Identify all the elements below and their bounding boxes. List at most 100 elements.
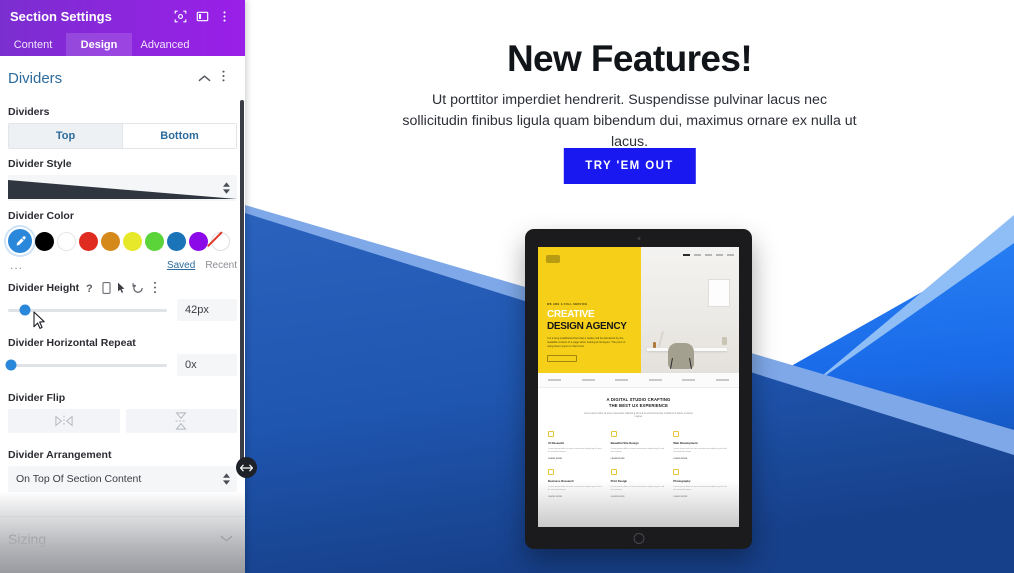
divider-height-slider-row: 42px [8, 299, 237, 321]
divider-arrangement-select[interactable]: On Top Of Section Content [8, 466, 237, 492]
feature-icon [610, 469, 617, 475]
tab-content[interactable]: Content [0, 33, 66, 56]
feature-title: Business Research [548, 479, 574, 483]
feature-link[interactable]: LEARN MORE [611, 458, 667, 460]
divider-height-slider-knob[interactable] [19, 304, 31, 316]
swatch-black[interactable] [35, 231, 54, 251]
mock-feature-card: Photography Lorem ipsum dolor sit amet c… [673, 469, 729, 498]
mock-feature-grid: UI Research Lorem ipsum dolor sit amet c… [548, 430, 729, 498]
swatch-yellow[interactable] [123, 231, 142, 251]
feature-link[interactable]: LEARN MORE [548, 458, 604, 460]
swatch-orange[interactable] [101, 231, 120, 251]
more-vertical-icon[interactable] [213, 6, 235, 28]
mock-feature-card: Business Research Lorem ipsum dolor sit … [548, 469, 604, 498]
field-dividers: Dividers Top Bottom [0, 106, 245, 149]
field-label-dividers: Dividers [8, 106, 50, 118]
sidebar-item-spacing[interactable]: Spacing [0, 561, 245, 573]
swatch-blue[interactable] [167, 231, 186, 251]
mock-site-hero: WE ARE A FULL SERVICE CREATIVE DESIGN AG… [538, 247, 739, 373]
hero-subtitle: Ut porttitor imperdiet hendrerit. Suspen… [402, 92, 857, 150]
tab-design[interactable]: Design [66, 33, 132, 56]
mock-hero-cta-button[interactable] [547, 355, 577, 362]
feature-body: Lorem ipsum dolor sit amet consectetur a… [673, 447, 727, 453]
mock-desk-lamp [658, 330, 665, 348]
svg-text:?: ? [86, 283, 93, 294]
color-swatch-row [8, 227, 237, 253]
panel-resize-handle[interactable] [236, 457, 257, 478]
more-colors-button[interactable]: ... [10, 258, 157, 272]
feature-icon [548, 430, 554, 437]
dividers-toggle-group: Top Bottom [8, 123, 237, 149]
chevron-down-icon[interactable] [220, 530, 233, 548]
select-arrows-icon [223, 473, 230, 485]
mock-features-section: A DIGITAL STUDIO CRAFTING THE BEST UX EX… [538, 388, 739, 508]
sidebar-item-sizing[interactable]: Sizing [0, 516, 245, 561]
panel-tabs: Content Design Advanced [0, 33, 245, 56]
divider-arrangement-value: On Top Of Section Content [16, 473, 142, 485]
swatch-transparent[interactable] [211, 231, 230, 251]
feature-link[interactable]: LEARN MORE [673, 458, 729, 460]
divider-height-slider[interactable] [8, 304, 167, 316]
field-divider-height: Divider Height ? 42px [0, 281, 245, 321]
cursor-icon[interactable] [117, 282, 126, 294]
divider-repeat-slider[interactable] [5, 359, 167, 371]
mock-headline-line1: CREATIVE [547, 309, 595, 320]
feature-body: Lorem ipsum dolor sit amet consectetur a… [548, 447, 602, 453]
saved-colors-link[interactable]: Saved [167, 260, 195, 271]
more-vertical-icon[interactable] [214, 69, 233, 88]
tab-advanced[interactable]: Advanced [132, 33, 198, 56]
color-swatch-footer: ... Saved Recent [0, 253, 245, 272]
panel-header: Section Settings [0, 0, 245, 33]
try-em-out-button[interactable]: TRY 'EM OUT [563, 148, 696, 184]
section-settings-panel: Section Settings Content Design Advanced… [0, 0, 245, 573]
feature-link[interactable]: LEARN MORE [548, 496, 604, 498]
chevron-up-icon[interactable] [195, 70, 214, 88]
layout-panel-icon[interactable] [191, 6, 213, 28]
divider-tab-bottom[interactable]: Bottom [122, 124, 236, 148]
flip-horizontal-icon[interactable] [8, 409, 120, 433]
mock-hero-photo [640, 247, 739, 373]
mock-headline-line2: DESIGN AGENCY [547, 321, 627, 332]
divider-style-select[interactable] [8, 175, 237, 201]
tablet-mockup: WE ARE A FULL SERVICE CREATIVE DESIGN AG… [525, 229, 752, 549]
hero-section: New Features! Ut porttitor imperdiet hen… [245, 0, 1014, 215]
mock-site-nav[interactable] [682, 254, 734, 256]
mock-kicker: WE ARE A FULL SERVICE [547, 303, 588, 306]
feature-title: Web Development [673, 440, 698, 445]
divider-repeat-value[interactable]: 0x [177, 354, 237, 376]
mock-features-sub: Lorem ipsum dolor sit amet consectetur a… [584, 413, 693, 419]
feature-link[interactable]: LEARN MORE [611, 496, 667, 498]
swatch-red[interactable] [79, 231, 98, 251]
target-icon[interactable] [169, 6, 191, 28]
divider-tab-top[interactable]: Top [9, 124, 122, 148]
divider-height-value[interactable]: 42px [177, 299, 237, 321]
swatch-purple[interactable] [189, 231, 208, 251]
field-label-divider-arrangement: Divider Arrangement [8, 449, 112, 461]
field-divider-style: Divider Style [0, 158, 245, 201]
mock-plant [721, 337, 727, 345]
divider-repeat-slider-row: 0x [5, 354, 237, 376]
mock-hero-panel: WE ARE A FULL SERVICE CREATIVE DESIGN AG… [538, 247, 641, 373]
help-icon[interactable]: ? [85, 282, 96, 294]
mobile-icon[interactable] [102, 281, 111, 294]
feature-link[interactable]: LEARN MORE [673, 496, 729, 498]
eyedropper-icon[interactable] [8, 229, 32, 253]
swatch-green[interactable] [145, 231, 164, 251]
feature-title: Print Design [610, 479, 628, 483]
more-vertical-icon[interactable] [150, 281, 160, 294]
divider-flip-buttons [8, 409, 237, 433]
sizing-label: Sizing [8, 531, 47, 547]
page-preview-canvas: New Features! Ut porttitor imperdiet hen… [245, 0, 1014, 573]
page-title: New Features! [506, 38, 753, 79]
panel-scrollbar[interactable] [240, 100, 244, 462]
flip-vertical-icon[interactable] [125, 409, 237, 433]
mock-feature-card: Beautiful Site Design Lorem ipsum dolor … [610, 430, 667, 460]
field-divider-flip: Divider Flip [0, 392, 245, 433]
divider-repeat-slider-knob[interactable] [5, 359, 17, 371]
swatch-white[interactable] [57, 231, 76, 251]
reset-icon[interactable] [132, 282, 144, 294]
dividers-section-header[interactable]: Dividers [0, 56, 245, 97]
panel-body: Dividers Dividers Top Bottom Divider Sty… [0, 56, 245, 573]
recent-colors-link[interactable]: Recent [205, 260, 237, 271]
feature-title: UI Research [548, 440, 565, 445]
